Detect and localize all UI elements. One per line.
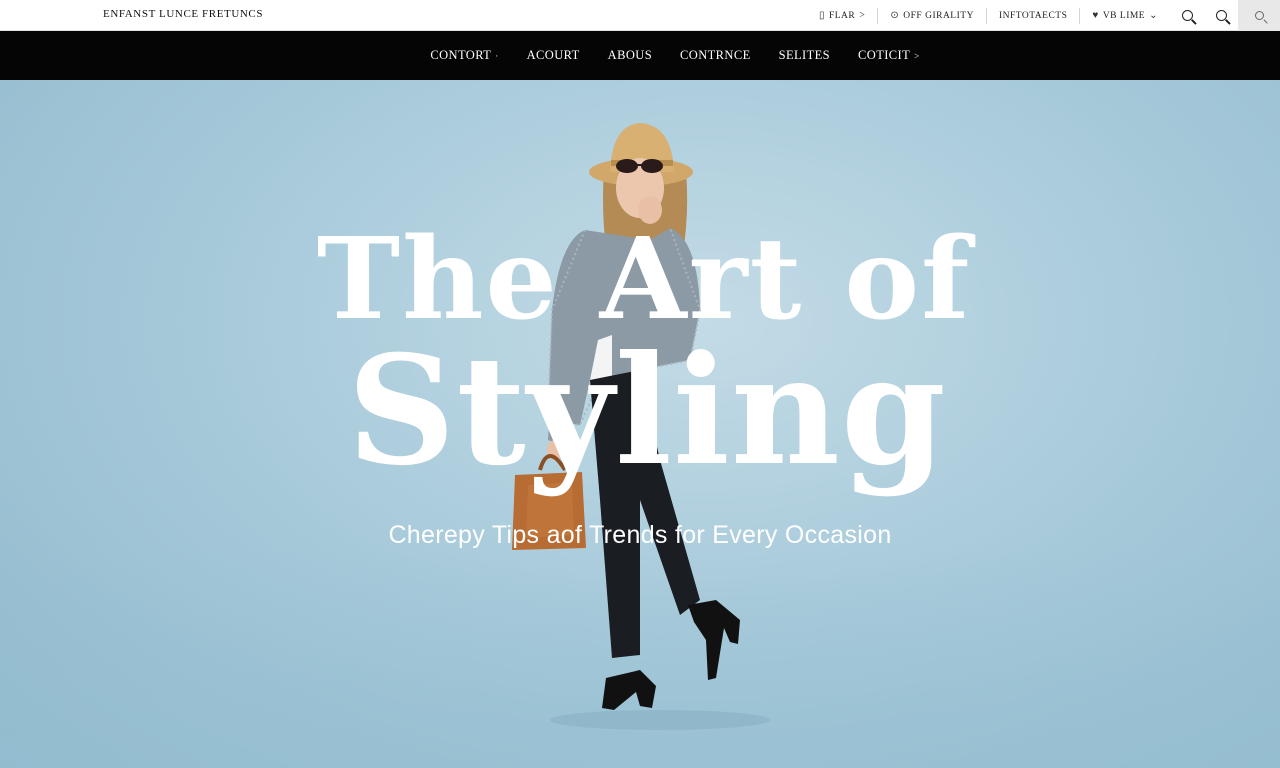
utility-bar: ENFANST LUNCE FRETUNCS ▯ FLAR > ⊙ OFF GI… — [0, 0, 1280, 31]
shoe-right — [688, 600, 740, 680]
nav-label: COTICIT — [858, 48, 911, 62]
search-icon — [1181, 10, 1193, 21]
search-button[interactable] — [1170, 0, 1204, 31]
phone-icon: ▯ — [818, 10, 825, 21]
search-icon — [1254, 11, 1264, 20]
utility-link-flar[interactable]: ▯ FLAR > — [807, 0, 877, 31]
hero-subtitle: Cherepy Tips aof Trends for Every Occasi… — [388, 521, 892, 549]
bird-icon: ♥ — [1092, 10, 1099, 21]
nav-item-acourt[interactable]: ACOURT — [513, 48, 594, 63]
utility-label: FLAR — [828, 10, 856, 21]
handbag-handle — [538, 454, 567, 472]
model-shadow — [550, 710, 770, 730]
nav-item-abous[interactable]: ABOUS — [594, 48, 666, 63]
nav-label: ABOUS — [607, 48, 653, 62]
nav-label: CONTORT — [430, 48, 492, 62]
search-button-tertiary[interactable] — [1238, 0, 1280, 31]
nav-label: ACOURT — [526, 48, 580, 62]
model-trousers — [590, 370, 700, 658]
sunglasses-left — [616, 159, 638, 173]
main-nav: CONTORT · ACOURT ABOUS CONTRNCE SELITES … — [0, 31, 1280, 80]
model-photo — [512, 123, 770, 730]
nav-item-contrnce[interactable]: CONTRNCE — [666, 48, 765, 63]
utility-links: ▯ FLAR > ⊙ OFF GIRALITY INFTOTAECTS ♥ VB… — [807, 0, 1280, 31]
utility-dropdown-vb-lime[interactable]: ♥ VB LIME ⌄ — [1080, 0, 1170, 31]
utility-label: OFF GIRALITY — [903, 10, 974, 21]
search-button-secondary[interactable] — [1204, 0, 1238, 31]
nav-item-contort[interactable]: CONTORT · — [416, 48, 512, 63]
chevron-down-icon: ⌄ — [1149, 10, 1158, 21]
utility-label: VB LIME — [1102, 10, 1146, 21]
brand-logo[interactable]: ENFANST LUNCE FRETUNCS — [103, 8, 263, 20]
nav-item-selites[interactable]: SELITES — [765, 48, 844, 63]
chevron-right-icon: > — [859, 10, 866, 21]
circle-icon: ⊙ — [890, 10, 900, 21]
search-icon — [1215, 10, 1227, 21]
utility-label: INFTOTAECTS — [998, 10, 1068, 21]
shoe-left — [602, 670, 656, 710]
chevron-right-icon: > — [914, 50, 920, 61]
model-hand-chin — [638, 196, 662, 224]
nav-item-coticit[interactable]: COTICIT > — [844, 48, 934, 63]
nav-label: SELITES — [778, 48, 831, 62]
sunglasses-right — [641, 159, 663, 173]
nav-label: CONTRNCE — [680, 48, 751, 62]
dot-icon: · — [495, 50, 499, 61]
utility-link-inftotaects[interactable]: INFTOTAECTS — [987, 0, 1079, 31]
sunglasses-bridge — [636, 164, 642, 166]
hero-banner: The Art of Styling Cherepy Tips aof Tren… — [0, 80, 1280, 768]
utility-link-girality[interactable]: ⊙ OFF GIRALITY — [878, 0, 986, 31]
